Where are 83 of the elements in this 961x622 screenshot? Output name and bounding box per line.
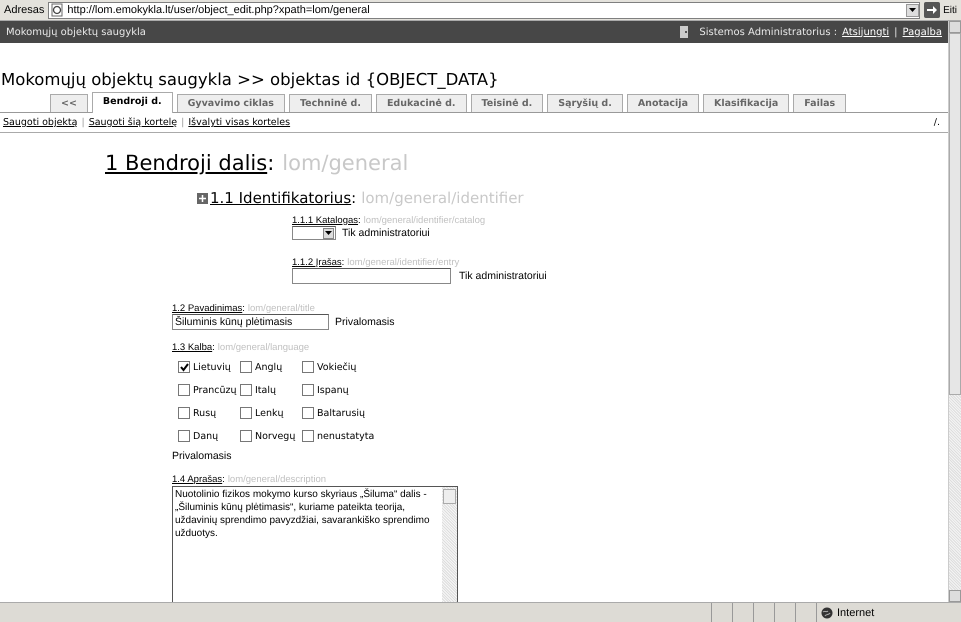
xpath-label: lom/general/language xyxy=(218,342,310,353)
tab[interactable]: Teisinė d. xyxy=(470,94,544,112)
checkbox-label: Prancūzų xyxy=(193,384,237,396)
caret-icon xyxy=(909,8,916,12)
title-field[interactable]: Šiluminis kūnų plėtimasis xyxy=(172,314,329,330)
colon: : xyxy=(212,342,215,353)
checkbox-label: Lietuvių xyxy=(193,362,231,372)
separator: | xyxy=(894,26,898,38)
field-label[interactable]: 1.1.1 Katalogas xyxy=(292,215,358,226)
checkbox-label: Rusų xyxy=(193,408,216,418)
checkbox[interactable] xyxy=(178,430,190,442)
door-icon xyxy=(680,26,688,38)
checkbox[interactable] xyxy=(302,384,314,396)
caret-icon xyxy=(325,231,332,235)
globe-icon xyxy=(821,606,833,618)
checkbox[interactable] xyxy=(240,361,252,373)
action-link[interactable]: Saugoti šią kortelę xyxy=(88,117,178,128)
dropdown-button[interactable] xyxy=(906,4,920,16)
tab[interactable]: Gyvavimo ciklas xyxy=(176,94,285,112)
xpath-label: lom/general/title xyxy=(248,303,315,314)
checkbox[interactable] xyxy=(178,384,190,396)
field-note: Privalomasis xyxy=(172,450,233,462)
colon: : xyxy=(351,189,356,207)
separator: | xyxy=(181,117,184,128)
field-note: Tik administratoriui xyxy=(342,227,430,239)
xpath-label: lom/general/identifier/entry xyxy=(347,257,460,268)
checkbox[interactable] xyxy=(302,430,314,442)
checkbox[interactable] xyxy=(240,407,252,419)
tab[interactable]: Bendroji d. xyxy=(92,92,173,113)
checkbox-label: Danų xyxy=(193,430,218,442)
expand-icon[interactable] xyxy=(197,192,208,204)
colon: : xyxy=(358,215,361,226)
field-label[interactable]: 1.2 Pavadinimas xyxy=(172,303,242,314)
section-link[interactable]: 1 Bendroji dalis xyxy=(105,151,268,175)
checkbox-label: Ispanų xyxy=(317,384,349,396)
address-field[interactable]: http://lom.emokykla.lt/user/object_edit.php?xpath=lom/general xyxy=(48,2,920,18)
tab[interactable]: Klasifikacija xyxy=(702,94,790,112)
checkbox-label: Lenkų xyxy=(255,408,284,418)
field-label[interactable]: 1.1.2 Įrašas xyxy=(292,257,342,268)
field-label[interactable]: 1.4 Aprašas xyxy=(172,474,222,485)
tab[interactable]: << xyxy=(50,94,88,112)
checkbox[interactable] xyxy=(240,384,252,396)
tab[interactable]: Edukacinė d. xyxy=(376,94,467,112)
separator: | xyxy=(81,117,85,128)
colon: : xyxy=(342,257,344,268)
checkbox-label: Anglų xyxy=(255,362,282,372)
colon: : xyxy=(267,151,274,175)
tab[interactable]: Techninė d. xyxy=(288,94,372,112)
colon: : xyxy=(222,474,225,485)
entry-field[interactable] xyxy=(292,268,451,284)
header-link[interactable]: Atsijungti xyxy=(842,26,890,38)
field-label[interactable]: 1.3 Kalba xyxy=(172,342,212,353)
tab[interactable]: Failas xyxy=(793,94,846,112)
xpath-label: lom/general/description xyxy=(228,474,326,485)
checkbox-label: Italų xyxy=(255,384,276,396)
section-link[interactable]: 1.1 Identifikatorius xyxy=(210,189,352,207)
colon: : xyxy=(242,303,245,314)
field-note: Privalomasis xyxy=(335,316,395,328)
user-name: Sistemos Administratorius : xyxy=(699,26,838,38)
tab[interactable]: Anotacija xyxy=(626,94,699,112)
checkbox-label: nenustatyta xyxy=(317,430,374,442)
site-name: Mokomųjų objektų saugykla xyxy=(6,26,146,38)
action-link[interactable]: Saugoti objektą xyxy=(3,117,78,128)
address-label: Adresas xyxy=(4,4,44,16)
field-note: Tik administratoriui xyxy=(459,270,547,282)
catalog-dropdown[interactable] xyxy=(292,226,336,240)
checkbox[interactable] xyxy=(178,407,190,419)
page-icon xyxy=(50,3,64,17)
corner-mark: /. xyxy=(934,117,940,128)
checkbox[interactable] xyxy=(178,361,190,373)
header-link[interactable]: Pagalba xyxy=(902,26,942,38)
checkbox-label: Vokiečių xyxy=(317,362,356,372)
tab[interactable]: Sąryšių d. xyxy=(547,94,623,112)
scrollbar[interactable] xyxy=(948,21,961,602)
zone-label: Internet xyxy=(837,606,874,618)
page-title: Mokomųjų objektų saugykla >> objektas id {OBJECT_DATA} xyxy=(0,69,500,91)
checkbox[interactable] xyxy=(240,430,252,442)
checkbox-label: Baltarusių xyxy=(317,408,366,418)
checkbox-label: Norvegų xyxy=(255,430,296,442)
checkbox[interactable] xyxy=(302,361,314,373)
checkbox[interactable] xyxy=(302,407,314,419)
xpath-label: lom/general/identifier/catalog xyxy=(364,215,486,226)
action-link[interactable]: Išvalyti visas korteles xyxy=(188,117,290,128)
